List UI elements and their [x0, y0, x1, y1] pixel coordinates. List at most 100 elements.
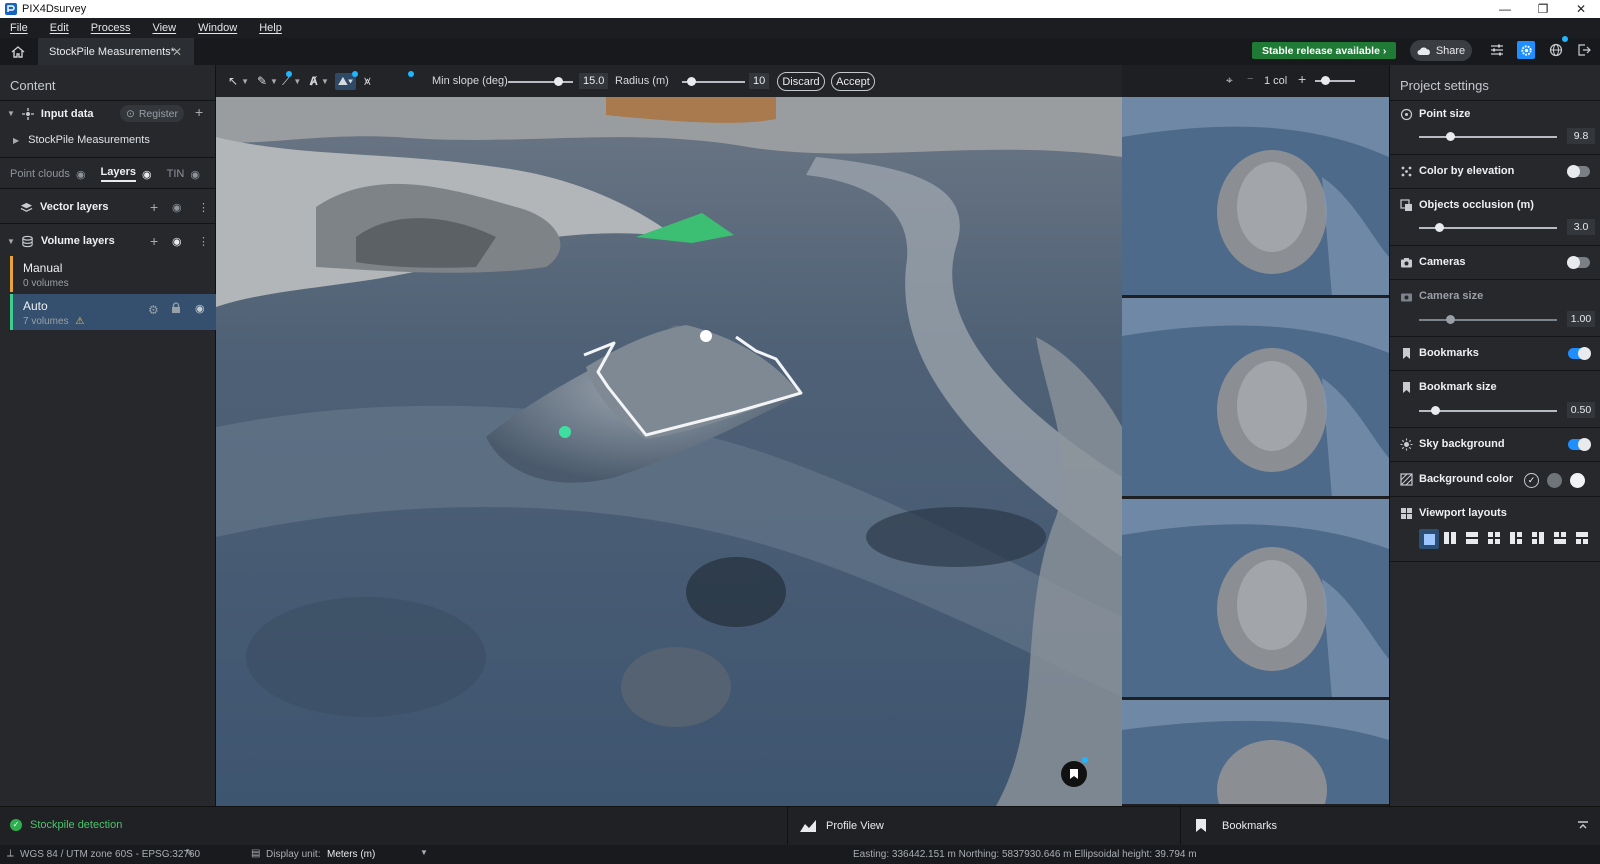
pile-marker-green[interactable]	[559, 426, 571, 438]
auto-detect-tool-icon[interactable]: ⩙	[364, 74, 371, 89]
increase-columns-icon[interactable]: +	[1298, 71, 1306, 87]
discard-button[interactable]: Discard	[777, 72, 825, 91]
eye-icon[interactable]: ◉	[172, 201, 182, 214]
volume-layer-auto[interactable]: Auto 7 volumes ⚠ ⚙ ◉	[10, 294, 216, 330]
decrease-columns-icon[interactable]: −	[1247, 73, 1253, 85]
more-options-icon[interactable]: ⋮	[198, 235, 209, 248]
close-tab-icon[interactable]: ✕	[172, 45, 182, 59]
globe-icon[interactable]	[1547, 41, 1565, 59]
more-options-icon[interactable]: ⋮	[198, 201, 209, 214]
share-button[interactable]: Share	[1410, 40, 1472, 61]
gear-icon[interactable]: ⚙	[148, 303, 159, 317]
volume-layers-row[interactable]: ▼ Volume layers + ◉ ⋮	[0, 232, 216, 250]
lock-icon[interactable]	[171, 302, 181, 317]
layout-left-split-button[interactable]	[1510, 532, 1522, 544]
stockpile-detection-status[interactable]: Stockpile detection	[30, 819, 122, 831]
camera-size-value[interactable]: 1.00	[1567, 311, 1595, 327]
menu-help[interactable]: Help	[259, 22, 282, 34]
bookmark-size-knob[interactable]	[1431, 406, 1441, 415]
add-volume-layer-icon[interactable]: +	[150, 233, 158, 249]
objects-occlusion-value[interactable]: 3.0	[1567, 219, 1595, 235]
eye-icon[interactable]: ◉	[190, 168, 200, 181]
register-button[interactable]: ⊙ Register	[120, 105, 184, 122]
camera-thumbnail[interactable]	[1122, 97, 1389, 297]
bg-color-dark-swatch[interactable]: ✓	[1524, 473, 1539, 488]
eye-icon[interactable]: ◉	[195, 302, 205, 315]
eye-icon[interactable]: ◉	[76, 168, 86, 181]
color-by-elevation-toggle[interactable]	[1567, 165, 1590, 178]
home-icon[interactable]	[10, 44, 26, 60]
point-size-value[interactable]: 9.8	[1567, 128, 1595, 144]
camera-size-knob[interactable]	[1446, 315, 1456, 324]
pen-tool-icon[interactable]: ✎	[257, 74, 267, 88]
minimize-button[interactable]: —	[1486, 0, 1524, 18]
bg-color-white-swatch[interactable]	[1570, 473, 1585, 488]
expand-arrow-icon[interactable]: ▶	[13, 136, 19, 145]
chevron-down-icon[interactable]: ▼	[420, 848, 428, 857]
collapse-arrow-icon[interactable]: ▼	[7, 237, 15, 246]
tab-point-clouds[interactable]: Point clouds	[10, 168, 70, 180]
camera-thumbnail[interactable]	[1122, 499, 1389, 699]
pointer-tool-icon[interactable]: ↖	[228, 74, 238, 88]
cameras-toggle[interactable]	[1567, 256, 1590, 269]
tab-tin[interactable]: TIN	[167, 168, 185, 180]
radius-slider-knob[interactable]	[686, 77, 696, 86]
eye-icon[interactable]: ◉	[142, 168, 152, 181]
objects-occlusion-knob[interactable]	[1435, 223, 1445, 232]
chevron-down-icon[interactable]: ▼	[270, 77, 278, 86]
stable-release-button[interactable]: Stable release available ›	[1252, 42, 1397, 59]
bg-color-gray-swatch[interactable]	[1547, 473, 1562, 488]
point-size-knob[interactable]	[1446, 132, 1456, 141]
settings-gear-icon[interactable]	[1517, 41, 1535, 59]
chevron-down-icon[interactable]: ▼	[241, 77, 249, 86]
min-slope-slider[interactable]	[508, 81, 573, 83]
add-vector-layer-icon[interactable]: +	[150, 199, 158, 215]
layout-top-split-button[interactable]	[1554, 532, 1566, 544]
close-window-button[interactable]: ✕	[1562, 0, 1600, 18]
volume-layer-manual[interactable]: Manual 0 volumes	[10, 256, 216, 292]
edit-crs-icon[interactable]: ✎	[185, 848, 193, 859]
menu-file[interactable]: File	[10, 22, 28, 34]
expand-dock-icon[interactable]	[1577, 820, 1589, 832]
zoom-tool-icon[interactable]: ⌖	[1226, 73, 1233, 88]
chevron-down-icon[interactable]: ▼	[321, 77, 329, 86]
layout-two-columns-button[interactable]	[1444, 532, 1456, 544]
bookmark-fab-button[interactable]	[1061, 761, 1087, 787]
logout-icon[interactable]	[1575, 41, 1593, 59]
sliders-icon[interactable]	[1488, 41, 1506, 59]
add-input-icon[interactable]: +	[195, 104, 203, 120]
tab-layers[interactable]: Layers	[100, 166, 137, 182]
accept-button[interactable]: Accept	[831, 72, 875, 91]
layout-quad-button[interactable]	[1488, 532, 1500, 544]
eye-icon[interactable]: ◉	[172, 235, 182, 248]
stockpile-input-item[interactable]: ▶ StockPile Measurements	[0, 132, 216, 148]
menu-window[interactable]: Window	[198, 22, 237, 34]
maximize-button[interactable]: ❐	[1524, 0, 1562, 18]
camera-thumbnail[interactable]	[1122, 700, 1389, 806]
collapse-arrow-icon[interactable]: ▼	[7, 109, 15, 118]
camera-size-slider[interactable]	[1419, 319, 1557, 321]
bookmarks-toggle[interactable]	[1568, 347, 1591, 360]
bookmark-size-value[interactable]: 0.50	[1567, 402, 1595, 418]
pile-marker-white[interactable]	[700, 330, 712, 342]
layout-right-split-button[interactable]	[1532, 532, 1544, 544]
point-size-slider[interactable]	[1419, 136, 1557, 138]
layout-single-button[interactable]	[1419, 529, 1439, 549]
layout-bottom-split-button[interactable]	[1576, 532, 1588, 544]
vector-layers-row[interactable]: Vector layers + ◉ ⋮	[0, 198, 216, 216]
tab-stockpile-measurements[interactable]: StockPile Measurements* ✕	[38, 38, 194, 65]
radius-value[interactable]: 10	[749, 73, 770, 89]
menu-edit[interactable]: Edit	[50, 22, 69, 34]
min-slope-value[interactable]: 15.0	[579, 73, 609, 89]
camera-thumbnail[interactable]	[1122, 298, 1389, 498]
layout-two-rows-button[interactable]	[1466, 532, 1478, 544]
point-cloud-scene[interactable]	[216, 97, 1122, 806]
menu-process[interactable]: Process	[91, 22, 131, 34]
profile-view-tab[interactable]: Profile View	[826, 820, 884, 832]
measure-tool-icon[interactable]: Ⱥ	[309, 74, 318, 88]
menu-view[interactable]: View	[152, 22, 176, 34]
display-unit-select[interactable]: Meters (m)	[327, 849, 375, 860]
sky-background-toggle[interactable]	[1568, 438, 1591, 451]
thumbnail-size-knob[interactable]	[1321, 76, 1330, 85]
chevron-down-icon[interactable]: ▼	[293, 77, 301, 86]
